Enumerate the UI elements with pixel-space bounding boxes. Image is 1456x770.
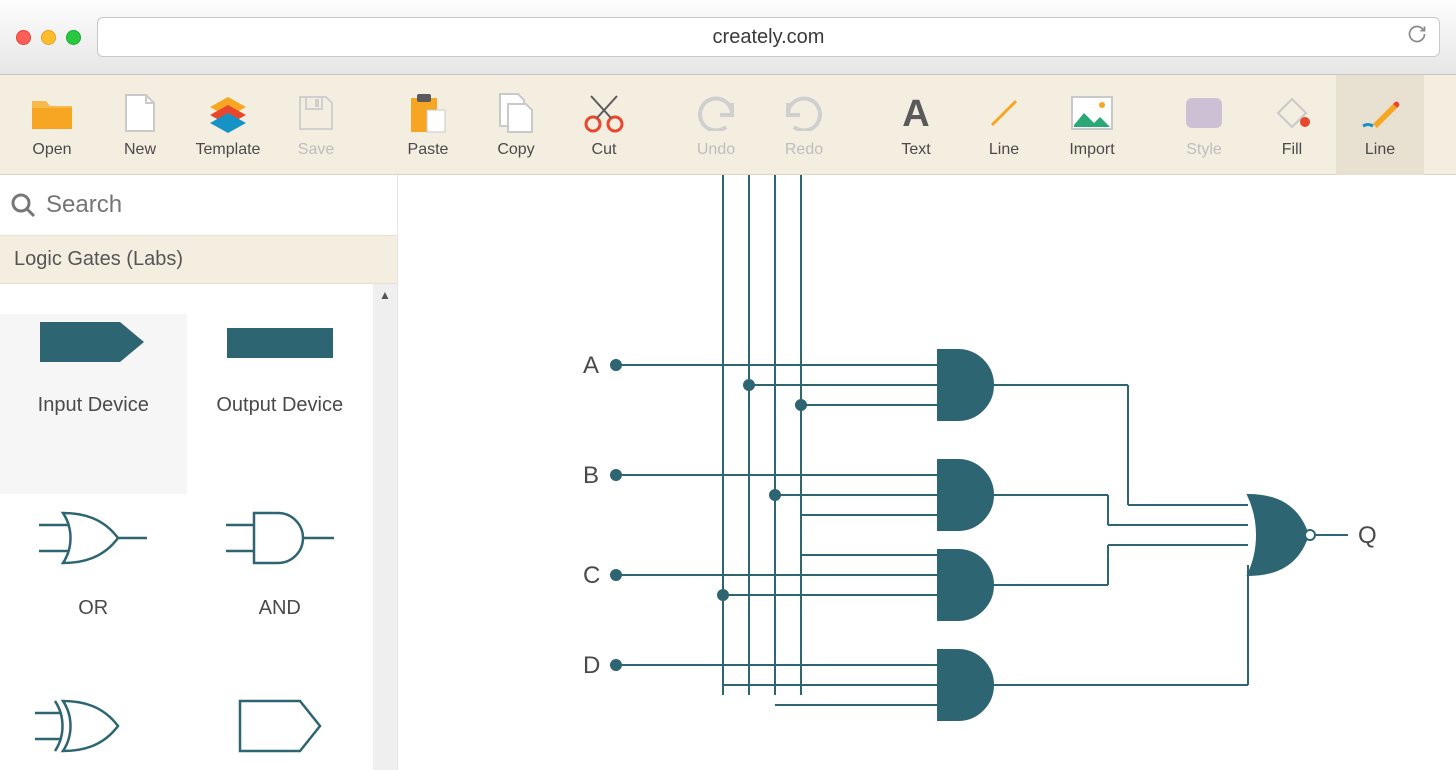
template-button[interactable]: Template [184,75,272,175]
save-button[interactable]: Save [272,75,360,175]
shape-input-device[interactable]: Input Device [0,314,187,494]
paste-button[interactable]: Paste [384,75,472,175]
style-button[interactable]: Style [1160,75,1248,175]
new-button[interactable]: New [96,75,184,175]
scroll-up-icon[interactable]: ▲ [373,288,397,302]
shapes-sidebar: Logic Gates (Labs) Input Device Output D… [0,175,398,770]
cut-button[interactable]: Cut [560,75,648,175]
shape-output-device[interactable]: Output Device [187,314,374,494]
folder-icon [30,91,74,135]
line-tool-button[interactable]: Line [960,75,1048,175]
fill-button[interactable]: Fill [1248,75,1336,175]
input-label-d: D [583,652,600,679]
minimize-window-button[interactable] [41,30,56,45]
shape-search [0,175,397,235]
open-button[interactable]: Open [8,75,96,175]
shape-extra-1[interactable] [0,691,187,761]
shapes-panel: Input Device Output Device OR AND [0,284,397,770]
window-controls [16,30,81,45]
template-icon [206,91,250,135]
pencil-icon [1359,91,1401,135]
input-label-b: B [583,462,599,489]
fill-icon [1272,91,1312,135]
text-icon: A [898,91,934,135]
undo-icon [696,91,736,135]
shape-or-gate[interactable]: OR [0,503,187,683]
browser-chrome: creately.com [0,0,1456,75]
save-icon [298,91,334,135]
line-icon [986,91,1022,135]
workspace: Logic Gates (Labs) Input Device Output D… [0,175,1456,770]
search-icon [10,192,36,218]
shapes-scrollbar[interactable]: ▲ [373,284,397,770]
diagram-canvas[interactable]: A B C D Q [398,175,1456,770]
line-style-button[interactable]: Line [1336,75,1424,175]
text-tool-button[interactable]: A Text [872,75,960,175]
redo-button[interactable]: Redo [760,75,848,175]
undo-button[interactable]: Undo [672,75,760,175]
shape-and-gate[interactable]: AND [187,503,374,683]
input-label-c: C [583,562,600,589]
style-icon [1184,91,1224,135]
reload-icon[interactable] [1407,24,1427,50]
shapes-section-header[interactable]: Logic Gates (Labs) [0,235,397,284]
url-text: creately.com [713,26,825,49]
paste-icon [409,91,447,135]
input-label-a: A [583,352,599,379]
close-window-button[interactable] [16,30,31,45]
svg-text:A: A [902,94,929,132]
image-icon [1070,91,1114,135]
toolbar: Open New Template Save Paste Copy C [0,75,1456,175]
import-button[interactable]: Import [1048,75,1136,175]
redo-icon [784,91,824,135]
shape-extra-2[interactable] [187,691,374,761]
new-file-icon [124,91,156,135]
url-bar[interactable]: creately.com [97,17,1440,57]
maximize-window-button[interactable] [66,30,81,45]
copy-button[interactable]: Copy [472,75,560,175]
output-label-q: Q [1358,522,1377,549]
copy-icon [496,91,536,135]
search-input[interactable] [46,191,387,219]
circuit-diagram: A B C D Q [398,175,1456,770]
scissors-icon [583,91,625,135]
